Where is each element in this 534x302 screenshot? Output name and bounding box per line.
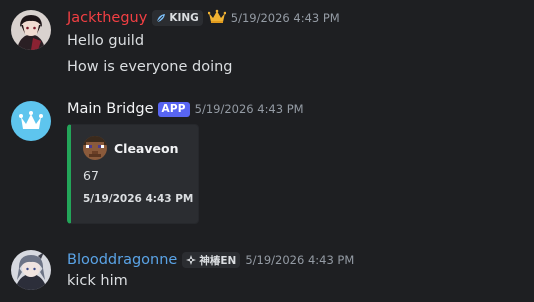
- guild-tag-label: 神椿EN: [199, 254, 237, 267]
- embed-author-name[interactable]: Cleaveon: [114, 141, 178, 156]
- message-header: Main Bridge APP 5/19/2026 4:43 PM: [67, 99, 304, 119]
- message-line: kick him: [67, 273, 128, 289]
- username[interactable]: Main Bridge: [67, 99, 154, 119]
- timestamp: 5/19/2026 4:43 PM: [245, 253, 355, 267]
- diamond-icon: [185, 254, 197, 266]
- message-line: How is everyone doing: [67, 59, 233, 75]
- avatar[interactable]: [11, 250, 51, 290]
- guild-tag[interactable]: 神椿EN: [182, 252, 241, 268]
- embed-author: Cleaveon: [83, 136, 178, 160]
- embed-footer: 5/19/2026 4:43 PM: [83, 193, 194, 205]
- chat-messages: Jacktheguy KING 5/19/2026 4:43 PM Hello …: [0, 0, 534, 302]
- message-line: Hello guild: [67, 33, 145, 49]
- timestamp: 5/19/2026 4:43 PM: [230, 11, 340, 25]
- avatar[interactable]: [11, 10, 51, 50]
- avatar[interactable]: [11, 101, 51, 141]
- message-header: Blooddragonne 神椿EN 5/19/2026 4:43 PM: [67, 250, 354, 270]
- timestamp: 5/19/2026 4:43 PM: [194, 102, 304, 116]
- guild-tag-label: KING: [169, 12, 199, 24]
- minecraft-head-icon: [83, 136, 107, 160]
- embed-description: 67: [83, 168, 99, 183]
- username[interactable]: Blooddragonne: [67, 250, 177, 270]
- guild-tag[interactable]: KING: [152, 10, 203, 26]
- crown-icon: [207, 9, 227, 27]
- message-header: Jacktheguy KING 5/19/2026 4:43 PM: [67, 8, 340, 28]
- username[interactable]: Jacktheguy: [67, 8, 147, 28]
- app-badge: APP: [157, 101, 190, 117]
- embed: Cleaveon 67 5/19/2026 4:43 PM: [67, 124, 199, 224]
- feather-icon: [155, 12, 167, 24]
